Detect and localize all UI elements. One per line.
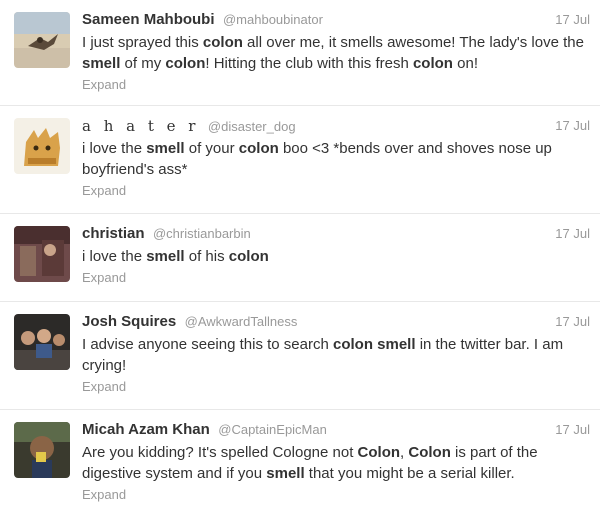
tweet-text-segment: i love the: [82, 248, 147, 265]
expand-link[interactable]: Expand: [82, 76, 590, 93]
avatar[interactable]: [14, 422, 70, 478]
tweet-text-segment: ! Hitting the club with this fresh: [205, 55, 413, 72]
tweet-item[interactable]: Josh Squires @AwkwardTallness 17 Jul I a…: [0, 302, 600, 410]
tweet-username[interactable]: @mahboubinator: [223, 12, 323, 27]
highlighted-keyword: smell: [266, 465, 305, 482]
tweet-text: Are you kidding? It's spelled Cologne no…: [82, 442, 590, 484]
tweet-fullname[interactable]: a h a t e r: [82, 117, 199, 135]
expand-link[interactable]: Expand: [82, 486, 590, 503]
tweet-item[interactable]: Sameen Mahboubi @mahboubinator 17 Jul I …: [0, 0, 600, 106]
expand-link[interactable]: Expand: [82, 182, 590, 199]
avatar-image: [14, 12, 70, 68]
highlighted-keyword: colon: [202, 34, 243, 51]
expand-link[interactable]: Expand: [82, 378, 590, 395]
tweet-username[interactable]: @disaster_dog: [208, 119, 296, 134]
tweet-text-segment: of your: [184, 140, 239, 157]
tweet-item[interactable]: a h a t e r @disaster_dog 17 Jul i love …: [0, 106, 600, 214]
tweet-timestamp[interactable]: 17 Jul: [555, 224, 590, 244]
tweet-timestamp[interactable]: 17 Jul: [555, 116, 590, 136]
tweet-fullname[interactable]: Micah Azam Khan: [82, 421, 210, 438]
highlighted-keyword: Colon: [408, 444, 451, 461]
avatar-image: [14, 226, 70, 282]
highlighted-keyword: colon: [165, 55, 206, 72]
tweet-timestamp[interactable]: 17 Jul: [555, 10, 590, 30]
tweet-item[interactable]: christian @christianbarbin 17 Jul i love…: [0, 214, 600, 302]
avatar[interactable]: [14, 118, 70, 174]
tweet-fullname[interactable]: christian: [82, 225, 145, 242]
tweet-text-segment: I advise anyone seeing this to search: [82, 336, 333, 353]
expand-link[interactable]: Expand: [82, 269, 590, 286]
highlighted-keyword: colon smell: [333, 336, 416, 353]
highlighted-keyword: smell: [146, 248, 185, 265]
tweet-timestamp[interactable]: 17 Jul: [555, 420, 590, 440]
tweet-timeline: Sameen Mahboubi @mahboubinator 17 Jul I …: [0, 0, 600, 512]
avatar[interactable]: [14, 226, 70, 282]
tweet-username[interactable]: @AwkwardTallness: [185, 314, 298, 329]
avatar[interactable]: [14, 314, 70, 370]
tweet-text: i love the smell of his colon: [82, 246, 590, 267]
highlighted-keyword: smell: [82, 55, 121, 72]
tweet-text-segment: all over me, it smells awesome! The lady…: [242, 34, 584, 51]
tweet-text: i love the smell of your colon boo <3 *b…: [82, 138, 590, 180]
tweet-text-segment: i love the: [82, 140, 147, 157]
highlighted-keyword: colon: [412, 55, 453, 72]
tweet-username[interactable]: @CaptainEpicMan: [218, 422, 327, 437]
avatar-image: [14, 422, 70, 478]
tweet-text: I advise anyone seeing this to search co…: [82, 334, 590, 376]
tweet-text-segment: on!: [452, 55, 478, 72]
highlighted-keyword: Colon: [357, 444, 401, 461]
tweet-text-segment: that you might be a serial killer.: [304, 465, 515, 482]
highlighted-keyword: colon: [238, 140, 279, 157]
avatar-image: [14, 118, 70, 174]
tweet-text-segment: of my: [120, 55, 166, 72]
tweet-text-segment: Are you kidding? It's spelled Cologne no…: [82, 444, 358, 461]
tweet-text-segment: I just sprayed this: [82, 34, 203, 51]
tweet-timestamp[interactable]: 17 Jul: [555, 312, 590, 332]
tweet-text: I just sprayed this colon all over me, i…: [82, 32, 590, 74]
highlighted-keyword: colon: [228, 248, 269, 265]
avatar-image: [14, 314, 70, 370]
tweet-item[interactable]: Micah Azam Khan @CaptainEpicMan 17 Jul A…: [0, 410, 600, 512]
avatar[interactable]: [14, 12, 70, 68]
tweet-text-segment: of his: [184, 248, 229, 265]
tweet-fullname[interactable]: Sameen Mahboubi: [82, 11, 215, 28]
highlighted-keyword: smell: [146, 140, 185, 157]
tweet-fullname[interactable]: Josh Squires: [82, 313, 176, 330]
tweet-username[interactable]: @christianbarbin: [153, 226, 251, 241]
